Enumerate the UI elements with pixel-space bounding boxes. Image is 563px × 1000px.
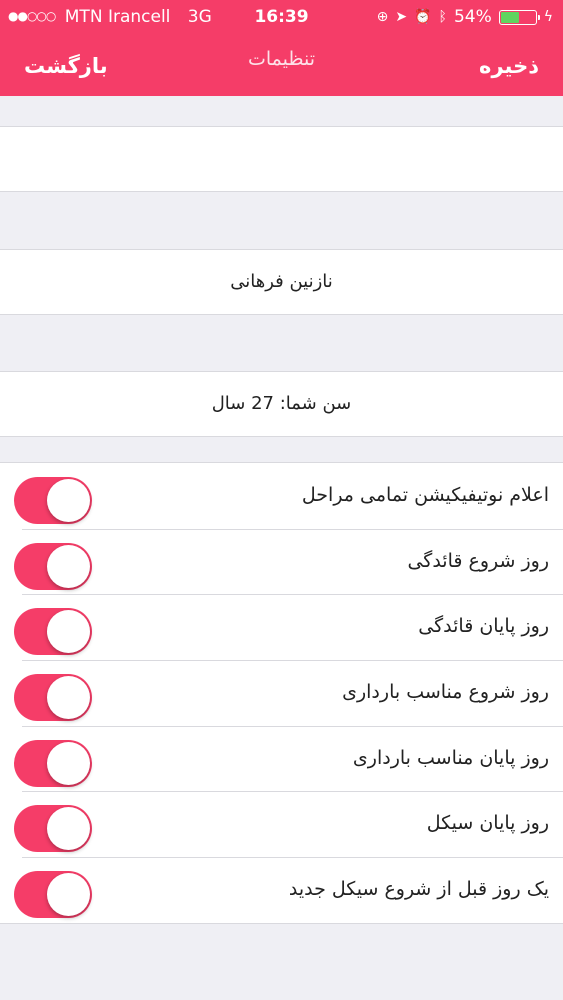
toggle-row: روز پایان مناسب بارداری [0,725,563,792]
nav-bar: بازگشت تنظیمات ذخیره [0,34,563,96]
toggle-row: روز پایان سیکل [0,791,563,857]
toggle-knob [47,479,90,522]
battery-fill [500,11,519,23]
toggle-row: روز شروع مناسب بارداری [0,660,563,726]
toggle-label: روز شروع مناسب بارداری [342,681,549,704]
empty-cell[interactable] [0,126,563,192]
toggle-switch[interactable] [14,477,92,524]
charging-bolt-icon: ϟ [543,9,553,25]
save-button[interactable]: ذخیره [479,54,539,78]
toggle-label: روز پایان مناسب بارداری [352,746,549,769]
toggle-switch[interactable] [14,805,92,853]
toggle-switch[interactable] [14,739,92,787]
age-cell[interactable]: سن شما: 27 سال [0,371,563,437]
toggle-switch[interactable] [14,674,92,722]
toggle-knob [47,676,90,720]
toggle-row: یک روز قبل از شروع سیکل جدید [0,857,563,923]
toggle-row: اعلام نوتیفیکیشن تمامی مراحل [0,463,563,529]
app-header: ●●○○○ MTN Irancell 3G 16:39 ⊕ ➤ ⏰ ᛒ 54% … [0,0,563,96]
toggle-knob [47,807,90,851]
toggle-switch[interactable] [14,871,92,919]
alarm-icon: ⏰ [414,9,432,25]
toggle-label: اعلام نوتیفیکیشن تمامی مراحل [301,484,549,506]
status-bar: ●●○○○ MTN Irancell 3G 16:39 ⊕ ➤ ⏰ ᛒ 54% … [0,0,563,34]
battery-icon [498,9,540,25]
toggle-switch[interactable] [14,608,92,656]
battery-percent: 54% [453,7,492,27]
toggle-row: روز شروع قائدگی [0,528,563,595]
toggle-label: یک روز قبل از شروع سیکل جدید [288,878,549,901]
location-arrow-icon: ➤ [395,9,408,25]
toggle-knob [47,873,90,917]
toggle-label: روز شروع قائدگی [407,549,549,572]
name-cell[interactable]: نازنین فرهانی [0,249,563,315]
notification-toggle-list: اعلام نوتیفیکیشن تمامی مراحل روز شروع قائ… [0,462,563,924]
toggle-knob [47,544,90,588]
toggle-knob [47,610,90,654]
bluetooth-icon: ᛒ [438,9,447,25]
toggle-knob [47,741,90,785]
toggle-row: روز پایان قائدگی [0,594,563,660]
toggle-switch[interactable] [14,542,92,590]
toggle-label: روز پایان سیکل [426,812,549,835]
status-right: ⊕ ➤ ⏰ ᛒ 54% ϟ [377,7,553,27]
toggle-label: روز پایان قائدگی [418,615,549,638]
orientation-lock-icon: ⊕ [376,9,389,25]
